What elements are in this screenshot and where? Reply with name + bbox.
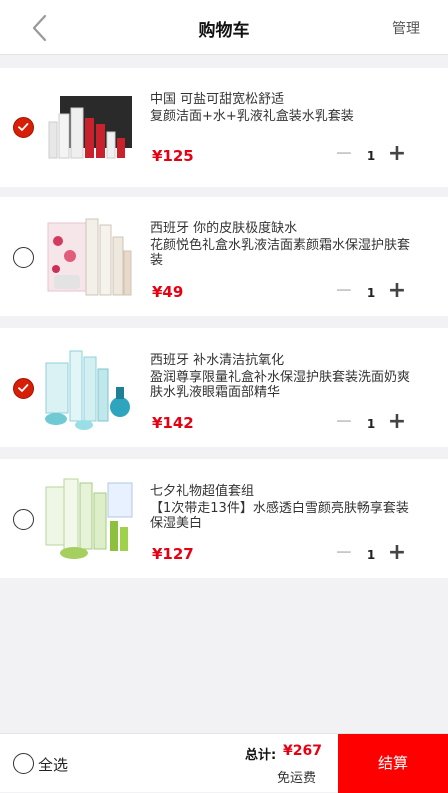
cart-item: 西班牙 补水清洁抗氧化 盈润尊享限量礼盒补水保湿护肤套装洗面奶爽肤水乳液眼霜面部… — [0, 328, 448, 447]
total-label: 总计: — [245, 748, 277, 763]
cart-item: 七夕礼物超值套组 【1次带走13件】水感透白雪颜亮肤畅享套装保湿美白 ¥127 … — [0, 459, 448, 578]
product-image[interactable] — [44, 211, 136, 303]
quantity-value: 1 — [366, 149, 376, 163]
page-title: 购物车 — [198, 21, 250, 41]
product-image[interactable] — [44, 80, 136, 172]
top-bar: 购物车 管理 — [0, 0, 448, 55]
cart-item: 中国 可盐可甜宽松舒适 复颜洁面+水+乳液礼盒装水乳套装 ¥125 − 1 + — [0, 68, 448, 187]
decrease-qty-button[interactable]: − — [333, 143, 355, 166]
product-image[interactable] — [44, 473, 136, 565]
quantity-value: 1 — [366, 548, 376, 562]
checkout-button[interactable]: 结算 — [338, 734, 448, 793]
decrease-qty-button[interactable]: − — [333, 411, 355, 434]
increase-qty-button[interactable]: + — [386, 280, 408, 303]
cart-item: 西班牙 你的皮肤极度缺水 花颜悦色礼盒水乳液洁面素颜霜水保湿护肤套装 ¥49 −… — [0, 197, 448, 316]
quantity-value: 1 — [366, 417, 376, 431]
product-image[interactable] — [44, 341, 136, 433]
product-desc: 【1次带走13件】水感透白雪颜亮肤畅享套装保湿美白 — [150, 501, 409, 531]
product-price: ¥125 — [152, 147, 194, 165]
product-price: ¥49 — [152, 283, 184, 301]
select-all-label[interactable]: 全选 — [38, 754, 68, 775]
product-name: 西班牙 你的皮肤极度缺水 — [150, 221, 298, 236]
product-price: ¥142 — [152, 414, 194, 432]
product-name: 七夕礼物超值套组 — [150, 484, 255, 499]
product-desc: 盈润尊享限量礼盒补水保湿护肤套装洗面奶爽肤水乳液眼霜面部精华 — [150, 370, 411, 400]
product-price: ¥127 — [152, 545, 194, 563]
total-value: ¥267 — [283, 743, 322, 759]
item-checkbox[interactable] — [13, 509, 34, 530]
shipping-note: 免运费 — [277, 771, 317, 786]
decrease-qty-button[interactable]: − — [333, 280, 355, 303]
product-desc: 复颜洁面+水+乳液礼盒装水乳套装 — [150, 109, 354, 124]
item-checkbox-checked[interactable] — [13, 378, 34, 399]
cart-footer: 全选 总计: ¥267 免运费 结算 — [0, 733, 448, 793]
item-checkbox-checked[interactable] — [13, 117, 34, 138]
increase-qty-button[interactable]: + — [386, 542, 408, 565]
manage-button[interactable]: 管理 — [392, 18, 420, 38]
decrease-qty-button[interactable]: − — [333, 542, 355, 565]
increase-qty-button[interactable]: + — [386, 143, 408, 166]
product-desc: 花颜悦色礼盒水乳液洁面素颜霜水保湿护肤套装 — [150, 238, 411, 268]
select-all-checkbox[interactable] — [13, 753, 34, 774]
product-name: 西班牙 补水清洁抗氧化 — [150, 353, 285, 368]
increase-qty-button[interactable]: + — [386, 411, 408, 434]
product-name: 中国 可盐可甜宽松舒适 — [150, 92, 285, 107]
quantity-value: 1 — [366, 286, 376, 300]
item-checkbox[interactable] — [13, 247, 34, 268]
